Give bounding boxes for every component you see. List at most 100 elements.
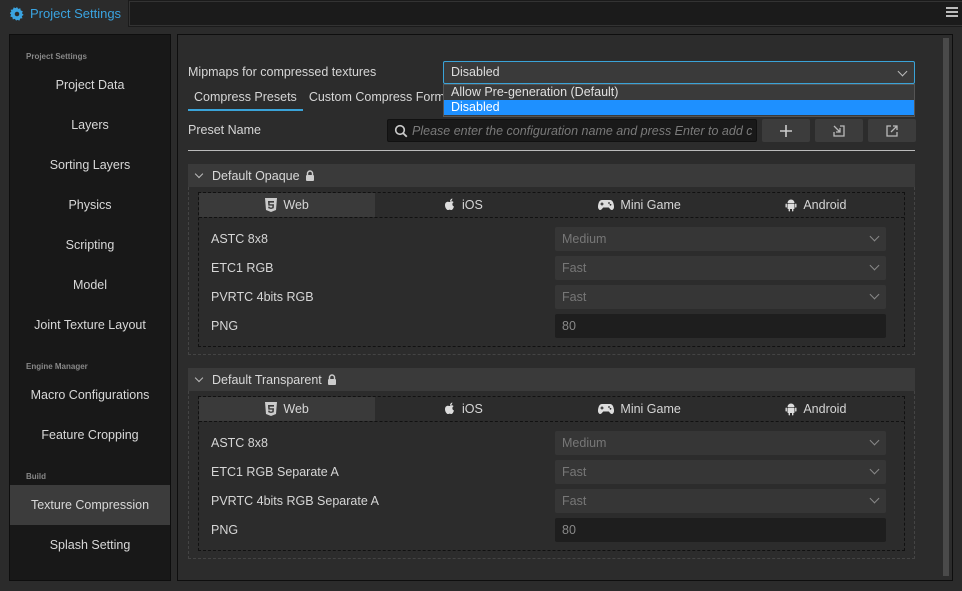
- chevron-down-icon: [869, 289, 880, 300]
- platform-tab-label: iOS: [461, 198, 483, 212]
- quality-select[interactable]: Fast: [555, 285, 886, 309]
- format-row-astc: ASTC 8x8 Medium: [199, 225, 904, 254]
- import-preset-button[interactable]: [815, 119, 863, 142]
- divider: [188, 150, 915, 151]
- sidebar-item-feature-cropping[interactable]: Feature Cropping: [10, 415, 170, 455]
- plus-icon: [780, 124, 792, 137]
- tab-compress-presets[interactable]: Compress Presets: [188, 87, 303, 111]
- format-name: ASTC 8x8: [211, 232, 268, 246]
- quality-value: Medium: [562, 436, 607, 450]
- sidebar-item-model[interactable]: Model: [10, 265, 170, 305]
- html5-icon: [265, 198, 278, 212]
- tab-custom-compress-format[interactable]: Custom Compress Format: [303, 87, 462, 111]
- sidebar-item-macro-configurations[interactable]: Macro Configurations: [10, 375, 170, 415]
- format-name: PVRTC 4bits RGB Separate A: [211, 494, 379, 508]
- format-name: ETC1 RGB Separate A: [211, 465, 339, 479]
- sidebar-item-physics[interactable]: Physics: [10, 185, 170, 225]
- main-panel: Mipmaps for compressed textures Disabled…: [177, 34, 953, 581]
- platform-tab-label: Android: [803, 198, 847, 212]
- platform-tab-label: Android: [803, 402, 847, 416]
- format-name: ETC1 RGB: [211, 261, 274, 275]
- lock-icon: [305, 170, 314, 181]
- sidebar-item-scripting[interactable]: Scripting: [10, 225, 170, 265]
- lock-icon: [327, 374, 336, 385]
- preset-section-default-opaque: Default Opaque Web iOS Mini Game Android…: [188, 164, 915, 355]
- platform-tab-web[interactable]: Web: [199, 193, 376, 217]
- quality-select[interactable]: Fast: [555, 489, 886, 513]
- quality-value: Fast: [562, 465, 587, 479]
- tab-strip: [129, 1, 962, 26]
- platform-tab-android[interactable]: Android: [728, 193, 904, 217]
- gear-icon: [10, 6, 24, 21]
- export-preset-button[interactable]: [868, 119, 916, 142]
- sidebar-item-sorting-layers[interactable]: Sorting Layers: [10, 145, 170, 185]
- sidebar-item-texture-compression[interactable]: Texture Compression: [10, 485, 170, 525]
- platform-tab-web[interactable]: Web: [199, 397, 376, 421]
- sidebar-item-layers[interactable]: Layers: [10, 105, 170, 145]
- platform-tab-label: Web: [283, 198, 309, 212]
- html5-icon: [265, 402, 278, 416]
- format-name: PVRTC 4bits RGB: [211, 290, 314, 304]
- preset-section-default-transparent: Default Transparent Web iOS Mini Game An…: [188, 368, 915, 559]
- preset-search-box: [387, 119, 757, 142]
- chevron-down-icon: [869, 231, 880, 242]
- import-icon: [833, 124, 845, 137]
- format-row-etc1: ETC1 RGB Fast: [199, 254, 904, 283]
- sidebar-item-joint-texture-layout[interactable]: Joint Texture Layout: [10, 305, 170, 345]
- section-header[interactable]: Default Opaque: [188, 164, 915, 187]
- scrollbar[interactable]: [943, 38, 949, 576]
- platform-tab-label: iOS: [461, 402, 483, 416]
- panel-tab-project-settings[interactable]: Project Settings: [0, 0, 128, 27]
- format-name: PNG: [211, 319, 239, 333]
- title-bar: Project Settings: [0, 0, 962, 27]
- platform-tab-mini-game[interactable]: Mini Game: [552, 397, 728, 421]
- quality-select[interactable]: Medium: [555, 431, 886, 455]
- chevron-down-icon: [869, 260, 880, 271]
- chevron-down-icon: [194, 373, 204, 383]
- android-icon: [785, 403, 797, 416]
- platform-tab-label: Mini Game: [620, 198, 681, 212]
- sidebar-item-project-data[interactable]: Project Data: [10, 65, 170, 105]
- chevron-down-icon: [869, 435, 880, 446]
- sidebar-group-project-settings: Project Settings: [26, 52, 87, 61]
- format-row-pvrtc-separate-a: PVRTC 4bits RGB Separate A Fast: [199, 487, 904, 516]
- format-row-astc: ASTC 8x8 Medium: [199, 429, 904, 458]
- dropdown-option-disabled[interactable]: Disabled: [444, 100, 914, 115]
- chevron-down-icon: [869, 493, 880, 504]
- preset-name-input[interactable]: [412, 120, 752, 141]
- gamepad-icon: [598, 404, 615, 414]
- platform-tab-mini-game[interactable]: Mini Game: [552, 193, 728, 217]
- quality-number-input[interactable]: 80: [555, 314, 886, 338]
- quality-select[interactable]: Fast: [555, 256, 886, 280]
- add-preset-button[interactable]: [762, 119, 810, 142]
- section-title: Default Transparent: [212, 372, 322, 387]
- section-title: Default Opaque: [212, 168, 300, 183]
- quality-select[interactable]: Fast: [555, 460, 886, 484]
- mipmaps-select[interactable]: Disabled: [443, 61, 915, 84]
- sidebar-item-splash-setting[interactable]: Splash Setting: [10, 525, 170, 565]
- chevron-down-icon: [194, 169, 204, 179]
- apple-icon: [444, 198, 454, 210]
- search-icon: [394, 124, 408, 138]
- platform-tab-android[interactable]: Android: [728, 397, 904, 421]
- dropdown-option-allow-pregeneration[interactable]: Allow Pre-generation (Default): [444, 85, 914, 100]
- quality-select[interactable]: Medium: [555, 227, 886, 251]
- export-icon: [886, 124, 898, 137]
- format-row-pvrtc: PVRTC 4bits RGB Fast: [199, 283, 904, 312]
- sub-tabs: Compress Presets Custom Compress Format: [188, 87, 461, 111]
- panel-tab-title: Project Settings: [30, 6, 122, 21]
- apple-icon: [444, 402, 454, 414]
- section-header[interactable]: Default Transparent: [188, 368, 915, 391]
- platform-tab-label: Web: [283, 402, 309, 416]
- quality-value: Fast: [562, 261, 587, 275]
- hamburger-menu-icon[interactable]: [946, 7, 958, 19]
- platform-tab-ios[interactable]: iOS: [375, 397, 551, 421]
- platform-tabs: Web iOS Mini Game Android: [199, 193, 904, 218]
- mipmaps-select-value: Disabled: [451, 65, 500, 79]
- platform-tab-ios[interactable]: iOS: [375, 193, 551, 217]
- gamepad-icon: [598, 200, 615, 210]
- sidebar-group-build: Build: [26, 472, 46, 481]
- format-row-etc1-separate-a: ETC1 RGB Separate A Fast: [199, 458, 904, 487]
- quality-number-input[interactable]: 80: [555, 518, 886, 542]
- chevron-down-icon: [869, 464, 880, 475]
